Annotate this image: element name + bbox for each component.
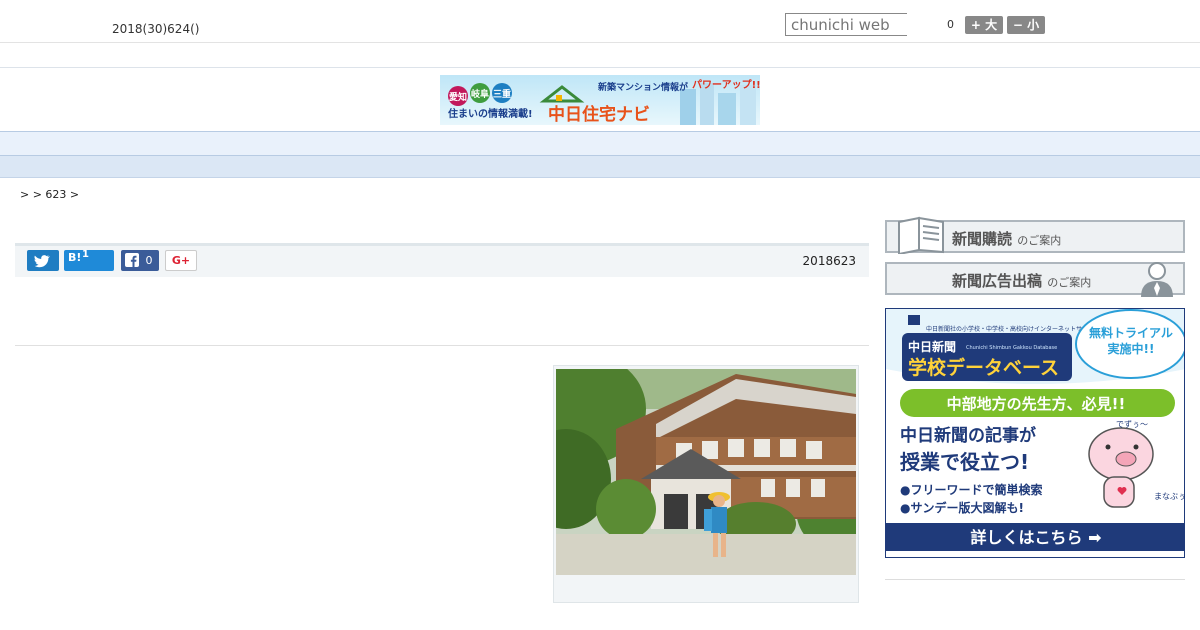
nav-item[interactable] <box>808 136 848 155</box>
ad-logo-line1: 中日新聞 <box>908 339 956 354</box>
top-bar: 2018(30)624() 0 + 大 − 小 <box>0 0 1200 43</box>
ad-trial-line2: 実施中!! <box>1108 341 1155 356</box>
content-divider <box>15 345 869 346</box>
subscription-guide-label: 新聞購読 のご案内 <box>952 228 1061 249</box>
hatena-count: 1 <box>82 249 89 260</box>
counter-value: 0 <box>947 18 954 31</box>
ad-bullet1: ●フリーワードで簡単検索 <box>900 482 1042 497</box>
hatena-icon: B! <box>68 251 82 264</box>
twitter-icon <box>34 255 50 268</box>
facebook-count: 0 <box>145 254 153 267</box>
main-nav <box>0 131 1200 156</box>
ad-small-caption: 中日新聞社の小学校・中学校・高校向けインターネットサービス <box>926 325 1100 333</box>
sub-nav <box>0 156 1200 178</box>
banner-tag-text: 三重 <box>493 88 511 100</box>
nav-item[interactable] <box>248 136 288 155</box>
ad-trial-line1: 無料トライアル <box>1089 325 1173 340</box>
banner-top-text: 新築マンション情報が <box>598 81 689 93</box>
banner-tag-text: 岐阜 <box>471 88 489 100</box>
subscription-sub-text: のご案内 <box>1017 234 1062 247</box>
ad-logo-line2: 学校データベース <box>908 356 1059 379</box>
ad-cta-button: 詳しくはこちら ➡ <box>971 528 1102 547</box>
banner-tagline: 住まいの情報満載! <box>448 107 533 120</box>
header-strip <box>0 43 1200 68</box>
facebook-icon <box>125 253 139 267</box>
nav-item[interactable] <box>328 136 368 155</box>
ad-logo-english: Chunichi Shimbun Gakkou Database <box>966 345 1057 351</box>
ad-mascot-name: まなぶぅ <box>1154 492 1185 501</box>
ad-headline1: 中日新聞の記事が <box>900 425 1036 446</box>
nav-item[interactable] <box>488 136 528 155</box>
school-database-ad[interactable]: 中日新聞社の小学校・中学校・高校向けインターネットサービス 中日新聞 学校データ… <box>885 308 1185 558</box>
nav-item[interactable] <box>168 136 208 155</box>
banner-tag-text: 愛知 <box>449 91 467 103</box>
ad-mascot-speech: でずぅ〜 <box>1116 419 1148 429</box>
housing-navi-banner[interactable]: 愛知 岐阜 三重 住まいの情報満載! 中日住宅ナビ 新築マンション情報が パワー… <box>440 75 761 125</box>
ad-teachers-heading: 中部地方の先生方、必見!! <box>947 395 1126 413</box>
sidebar-divider <box>885 579 1185 580</box>
nav-item[interactable] <box>408 136 448 155</box>
article-photo[interactable] <box>556 369 856 575</box>
advertising-main-text: 新聞広告出稿 <box>952 272 1043 290</box>
banner-power-up: パワーアップ!! <box>692 78 760 91</box>
nav-item[interactable] <box>728 136 768 155</box>
search-input[interactable] <box>785 13 907 36</box>
subscription-guide-button[interactable]: 新聞購読 のご案内 <box>885 216 1185 254</box>
nav-item[interactable] <box>648 136 688 155</box>
facebook-share-button[interactable]: 0 <box>121 250 159 271</box>
advertising-guide-button[interactable]: 新聞広告出稿 のご案内 <box>885 262 1185 297</box>
publish-date: 2018623 <box>802 254 856 268</box>
nav-item[interactable] <box>568 136 608 155</box>
article-photo-frame <box>553 365 859 603</box>
subscription-main-text: 新聞購読 <box>952 230 1013 248</box>
twitter-share-button[interactable] <box>27 250 59 271</box>
google-plus-button[interactable]: G+ <box>165 250 197 271</box>
advertising-sub-text: のご案内 <box>1047 276 1092 289</box>
ad-headline2: 授業で役立つ! <box>900 450 1029 474</box>
hatena-bookmark-button[interactable]: B! 1 <box>64 249 114 271</box>
advertising-guide-label: 新聞広告出稿 のご案内 <box>952 270 1091 291</box>
book-icon <box>898 216 944 254</box>
share-bar: B! 1 0 G+ 2018623 <box>15 243 869 277</box>
font-large-button[interactable]: + 大 <box>965 16 1003 34</box>
banner-brand: 中日住宅ナビ <box>548 104 650 125</box>
breadcrumb[interactable]: > > 623 > <box>20 188 79 201</box>
current-date: 2018(30)624() <box>112 22 200 36</box>
ad-bullet2: ●サンデー版大図解も! <box>900 500 1024 515</box>
businessman-icon <box>1141 262 1173 297</box>
font-small-button[interactable]: − 小 <box>1007 16 1045 34</box>
